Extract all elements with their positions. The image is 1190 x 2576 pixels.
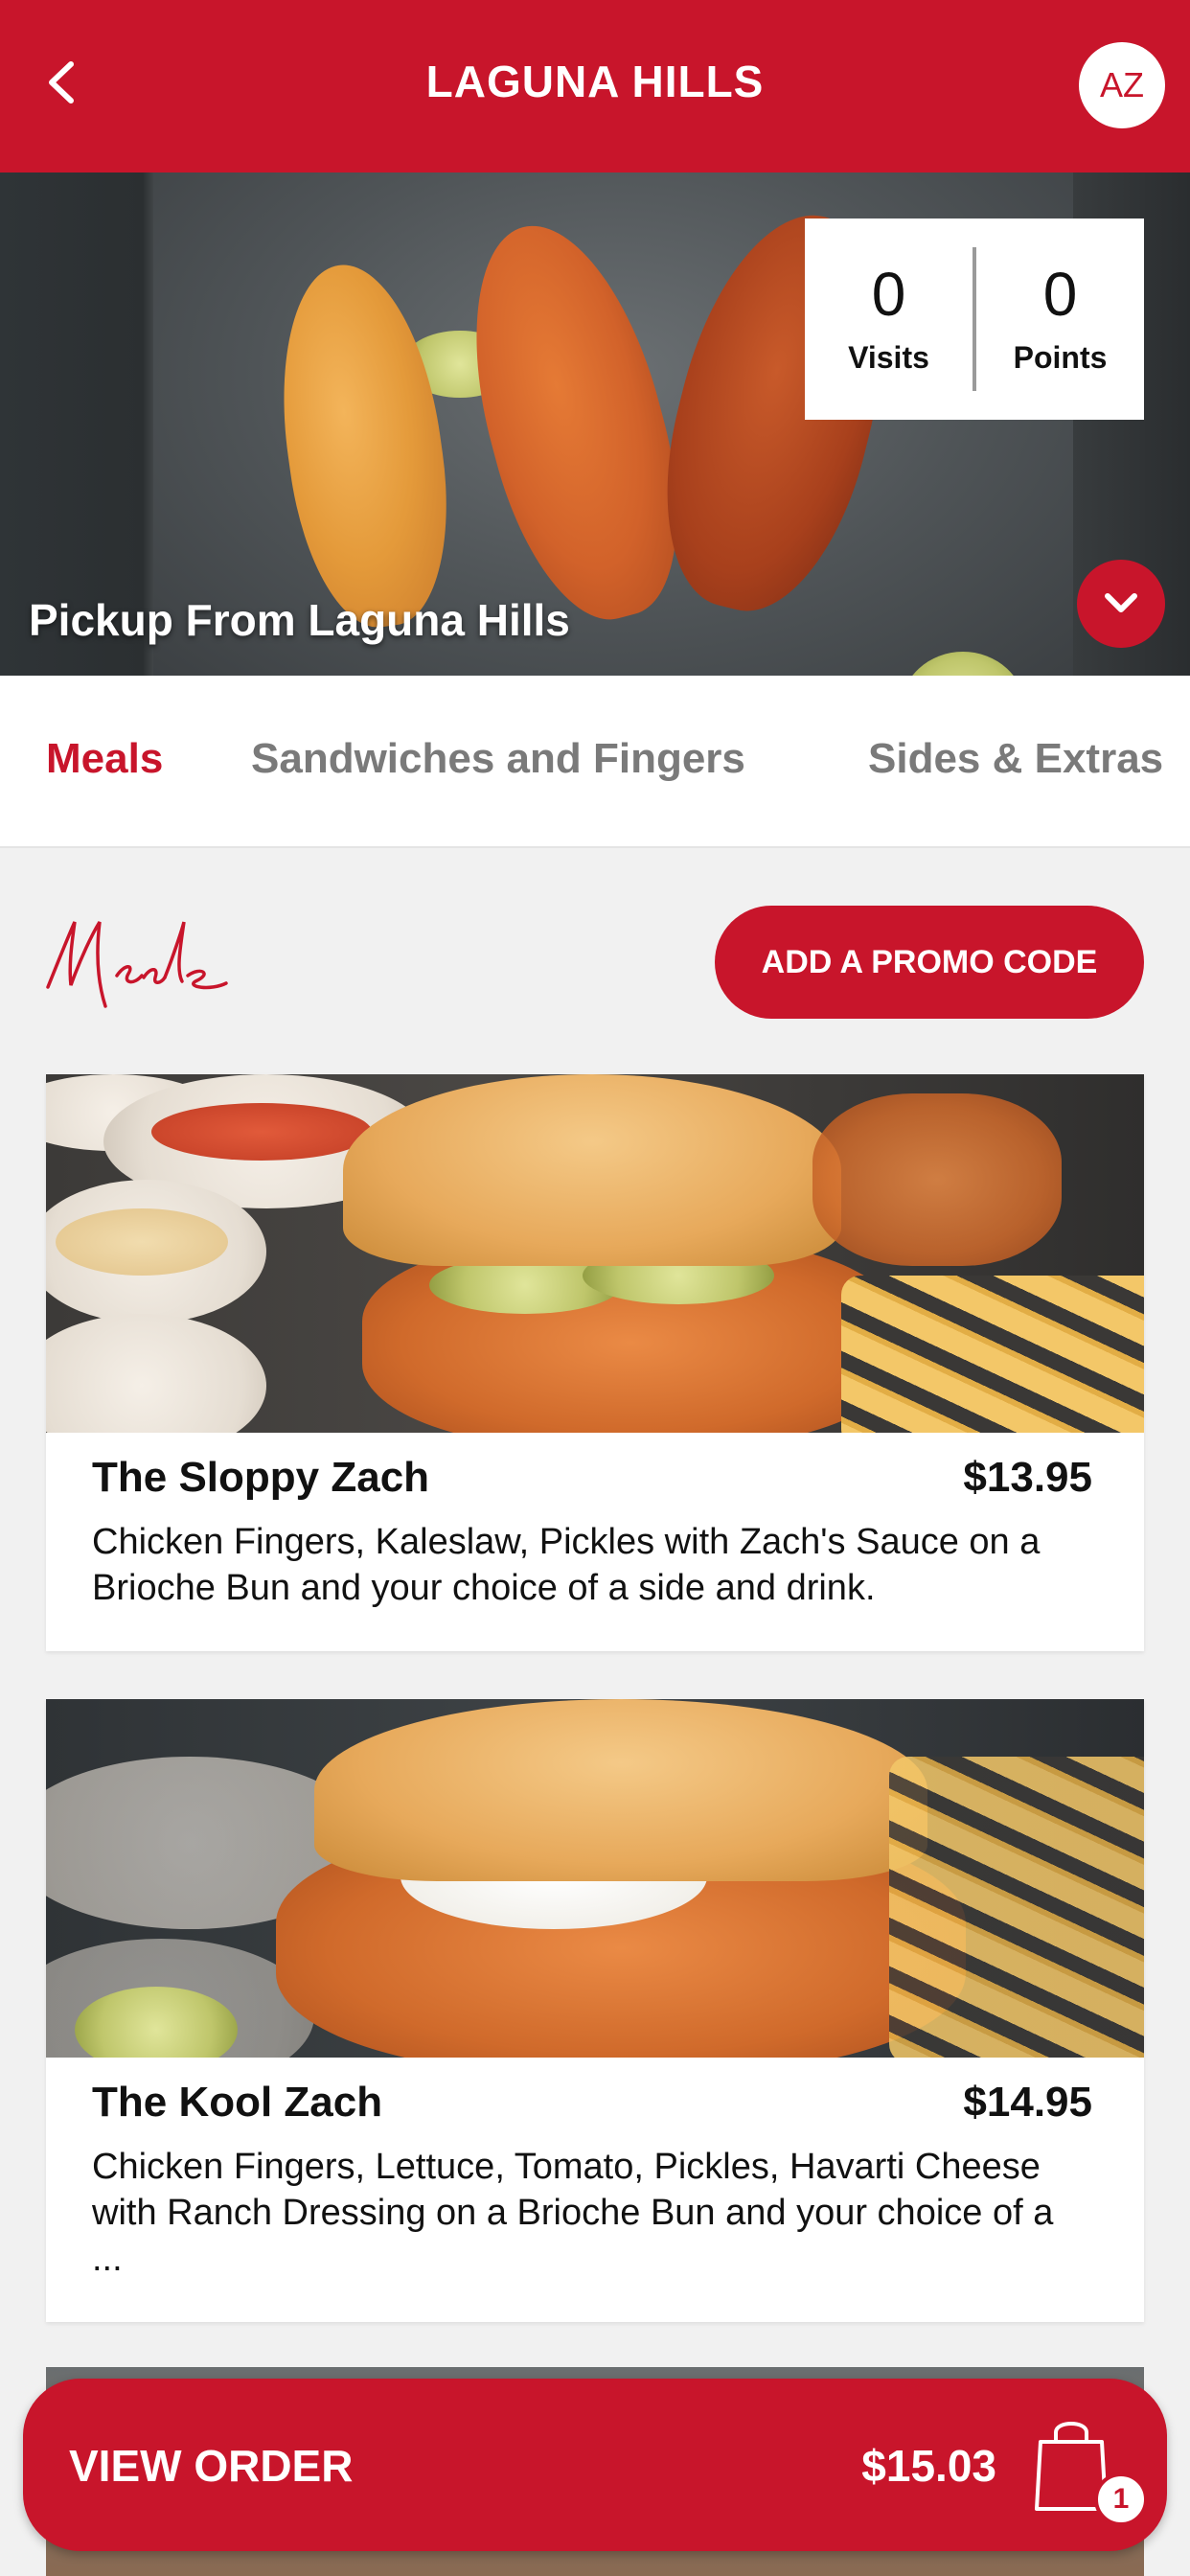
meals-script-heading [46,921,228,1008]
pickup-location-text: Pickup From Laguna Hills [29,595,570,645]
menu-item-details: The Sloppy Zach $13.95 Chicken Fingers, … [46,1433,1144,1611]
app-header: LAGUNA HILLS AZ [0,0,1190,172]
tab-sandwiches-and-fingers[interactable]: Sandwiches and Fingers [251,735,745,783]
tab-sides-and-extras[interactable]: Sides & Extras [868,735,1163,783]
page-title: LAGUNA HILLS [425,57,765,106]
chevron-down-icon [1105,593,1137,612]
add-promo-code-button[interactable]: ADD A PROMO CODE [715,906,1144,1019]
menu-item-image [46,1074,1144,1433]
visits-value: 0 [871,259,906,329]
menu-item-description: Chicken Fingers, Kaleslaw, Pickles with … [92,1522,1041,1608]
order-total: $15.03 [861,2441,996,2491]
points-stat: 0 Points [976,264,1144,376]
points-label: Points [1013,339,1108,375]
cart-count-badge: 1 [1094,2472,1148,2526]
menu-item-price: $14.95 [963,2079,1092,2126]
menu-item-details: The Kool Zach $14.95 Chicken Fingers, Le… [46,2058,1144,2282]
view-order-label: VIEW ORDER [69,2441,354,2491]
menu-item-description: Chicken Fingers, Lettuce, Tomato, Pickle… [92,2147,1054,2279]
menu-item-name: The Sloppy Zach [92,1454,430,1501]
loyalty-stats: 0 Visits 0 Points [805,218,1144,420]
menu-item-card[interactable]: The Sloppy Zach $13.95 Chicken Fingers, … [46,1074,1144,1651]
menu-item-card[interactable]: The Kool Zach $14.95 Chicken Fingers, Le… [46,1699,1144,2322]
avatar[interactable]: AZ [1079,42,1165,128]
view-order-button[interactable]: VIEW ORDER $15.03 1 [23,2379,1167,2551]
section-title-meals [42,901,234,1016]
menu-item-price: $13.95 [963,1454,1092,1501]
visits-stat: 0 Visits [805,264,973,376]
location-dropdown-button[interactable] [1077,560,1165,648]
points-value: 0 [1042,259,1078,329]
tab-meals[interactable]: Meals [46,735,163,783]
menu-item-image [46,1699,1144,2058]
visits-label: Visits [848,339,929,375]
menu-item-name: The Kool Zach [92,2079,383,2126]
category-tabs: Meals Sandwiches and Fingers Sides & Ext… [0,676,1190,848]
